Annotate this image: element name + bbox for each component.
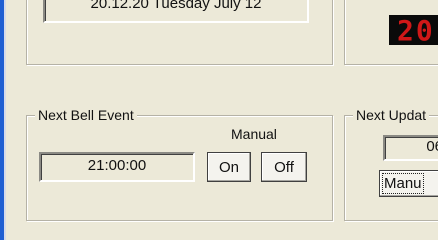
date-groupbox: 20.12.20 Tuesday July 12: [26, 0, 333, 65]
window-left-border-inner: [4, 0, 6, 240]
next-update-time-field: 06: [383, 135, 438, 161]
led-clock-digits: 20: [397, 15, 435, 45]
next-bell-event-groupbox: Next Bell Event Manual 21:00:00 On Off: [26, 107, 333, 221]
date-display-field: 20.12.20 Tuesday July 12: [43, 0, 309, 23]
next-update-manual-button[interactable]: Manu: [379, 170, 438, 197]
manual-off-button[interactable]: Off: [261, 152, 307, 182]
led-groupbox: 20: [344, 0, 438, 65]
next-update-title: Next Updat: [353, 107, 430, 123]
next-bell-event-title: Next Bell Event: [35, 107, 137, 123]
next-update-time-value: 06: [426, 138, 438, 155]
next-bell-time-value: 21:00:00: [87, 157, 147, 174]
next-update-manual-label: Manu: [382, 173, 424, 194]
led-clock-display: 20: [389, 15, 438, 45]
date-display-text: 20.12.20 Tuesday July 12: [90, 0, 262, 12]
manual-label: Manual: [231, 126, 277, 142]
next-bell-time-field: 21:00:00: [39, 152, 195, 182]
manual-on-button[interactable]: On: [207, 152, 251, 182]
next-update-groupbox: Next Updat 06 Manu: [344, 107, 438, 221]
